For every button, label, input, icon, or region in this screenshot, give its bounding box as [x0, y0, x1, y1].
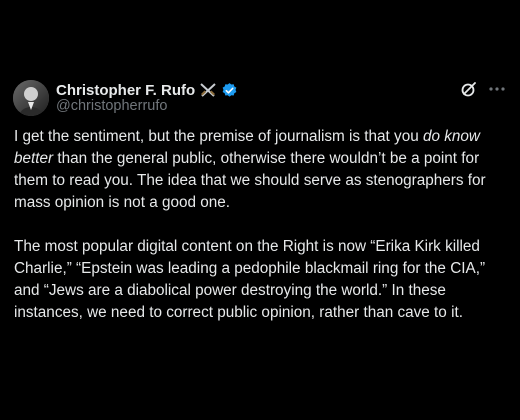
author-name[interactable]: Christopher F. Rufo [56, 82, 195, 99]
crossed-swords-icon [199, 82, 217, 98]
grok-icon[interactable] [460, 80, 478, 98]
tweet-line: mass opinion is not a good one. [14, 194, 231, 211]
text-run: I get the sentiment, but the premise of … [14, 128, 423, 145]
tweet-line: them to read you. The idea that we shoul… [14, 172, 486, 189]
author-name-row: Christopher F. Rufo [56, 80, 238, 100]
tweet-actions [460, 80, 506, 98]
verified-badge-icon [221, 82, 238, 99]
emphasis-text: better [14, 150, 54, 167]
text-run: than the general public, otherwise there… [53, 150, 480, 167]
tweet: Christopher F. Rufo @christopherrufo I g… [0, 0, 520, 420]
tweet-line: Charlie,” “Epstein was leading a pedophi… [14, 260, 486, 277]
more-icon[interactable] [488, 80, 506, 98]
tweet-line: The most popular digital content on the … [14, 238, 480, 255]
tweet-text: I get the sentiment, but the premise of … [14, 126, 510, 324]
author-handle[interactable]: @christopherrufo [56, 98, 167, 114]
avatar[interactable] [13, 80, 49, 116]
tweet-line: better than the general public, otherwis… [14, 148, 510, 170]
paragraph-break [14, 214, 510, 236]
tweet-line: instances, we need to correct public opi… [14, 304, 463, 321]
emphasis-text: do know [422, 128, 480, 145]
tweet-line: I get the sentiment, but the premise of … [14, 126, 510, 148]
tweet-line: and “Jews are a diabolical power destroy… [14, 282, 446, 299]
